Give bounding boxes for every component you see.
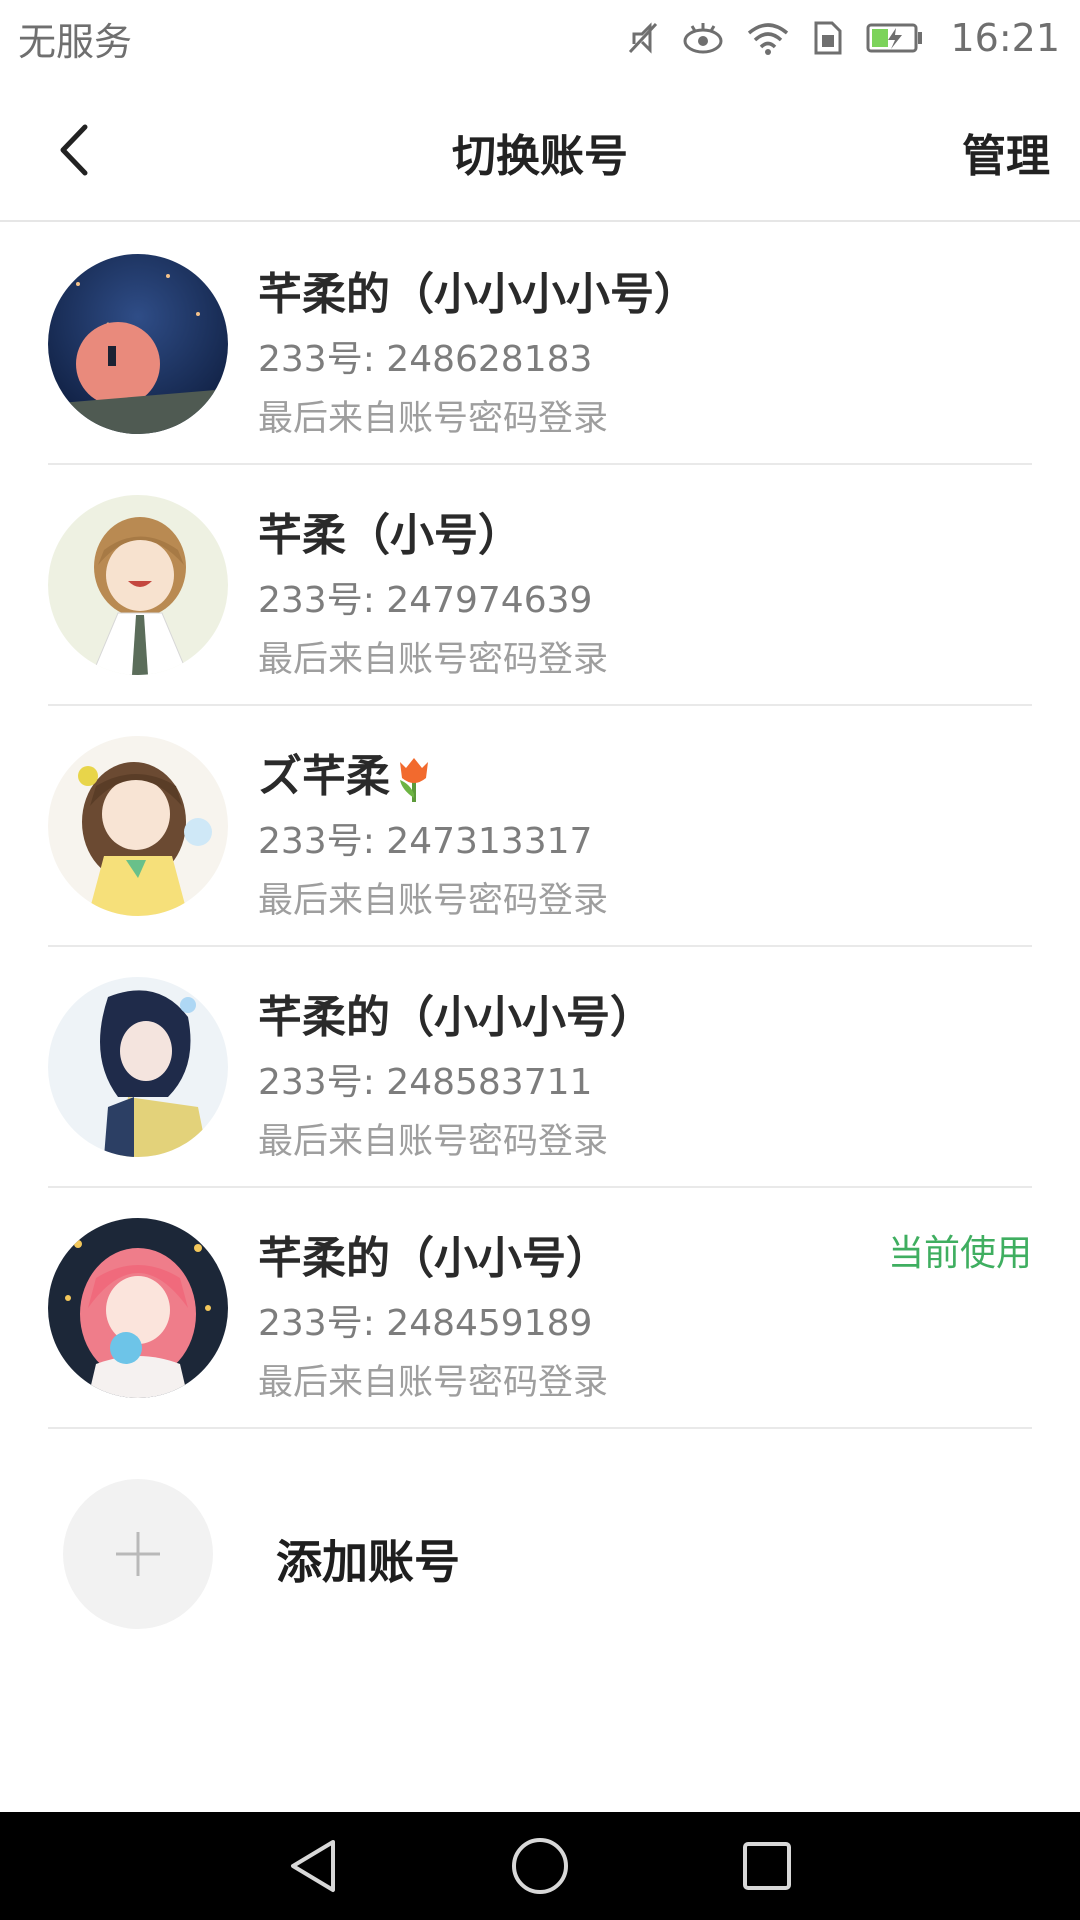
plus-icon <box>116 1532 160 1576</box>
account-name: 芊柔的（小小小号） <box>258 992 654 1043</box>
home-circle-icon <box>511 1838 568 1894</box>
sim-icon <box>814 21 842 55</box>
system-nav-bar <box>0 1812 1080 1920</box>
login-source: 最后来自账号密码登录 <box>258 1122 609 1162</box>
carrier-label: 无服务 <box>18 19 133 64</box>
clock: 16:21 <box>950 16 1060 60</box>
nav-recents-button[interactable] <box>727 1826 807 1906</box>
back-triangle-icon <box>291 1840 336 1892</box>
current-account-badge: 当前使用 <box>887 1233 1032 1274</box>
account-uid: 233号: 248459189 <box>258 1303 593 1344</box>
recents-square-icon <box>742 1842 791 1890</box>
avatar <box>48 736 228 916</box>
mute-icon <box>629 22 658 54</box>
add-account-label: 添加账号 <box>276 1535 460 1589</box>
login-source: 最后来自账号密码登录 <box>258 881 609 921</box>
account-name: ズ芊柔 <box>258 740 434 804</box>
account-item[interactable]: 芊柔的（小小小小号） 233号: 248628183 最后来自账号密码登录 <box>48 224 1032 465</box>
nav-home-button[interactable] <box>500 1826 580 1906</box>
account-uid: 233号: 248583711 <box>258 1062 593 1103</box>
account-list: 芊柔的（小小小小号） 233号: 248628183 最后来自账号密码登录 芊柔… <box>0 224 1080 1429</box>
eye-comfort-icon <box>683 23 723 54</box>
tulip-icon <box>400 758 428 802</box>
page-title: 切换账号 <box>452 131 628 182</box>
login-source: 最后来自账号密码登录 <box>258 640 609 680</box>
account-item[interactable]: 芊柔（小号） 233号: 247974639 最后来自账号密码登录 <box>48 465 1032 706</box>
account-item[interactable]: ズ芊柔 233号: 247313317 最后来自账号密码登录 <box>48 706 1032 947</box>
account-name: 芊柔（小号） <box>258 510 522 561</box>
account-name: 芊柔的（小小小小号） <box>258 269 698 320</box>
battery-charging-icon <box>866 23 923 53</box>
add-account-circle[interactable] <box>63 1479 213 1629</box>
account-item[interactable]: 芊柔的（小小号） 当前使用 233号: 248459189 最后来自账号密码登录 <box>48 1188 1032 1429</box>
account-item[interactable]: 芊柔的（小小小号） 233号: 248583711 最后来自账号密码登录 <box>48 947 1032 1188</box>
account-uid: 233号: 248628183 <box>258 339 593 380</box>
app-bar: 切换账号 管理 <box>0 76 1080 222</box>
avatar <box>48 977 228 1157</box>
nav-back-button[interactable] <box>273 1826 353 1906</box>
avatar <box>48 495 228 675</box>
status-bar: 无服务 16:21 <box>0 0 1080 76</box>
manage-button[interactable]: 管理 <box>962 120 1050 184</box>
account-uid: 233号: 247313317 <box>258 821 593 862</box>
status-icons: 16:21 <box>626 16 1060 60</box>
avatar <box>48 254 228 434</box>
add-account-button[interactable]: 添加账号 <box>48 1464 1032 1644</box>
account-name: 芊柔的（小小号） <box>258 1233 610 1284</box>
wifi-icon <box>748 23 789 55</box>
login-source: 最后来自账号密码登录 <box>258 399 609 439</box>
login-source: 最后来自账号密码登录 <box>258 1363 609 1403</box>
avatar <box>48 1218 228 1398</box>
account-uid: 233号: 247974639 <box>258 580 593 621</box>
